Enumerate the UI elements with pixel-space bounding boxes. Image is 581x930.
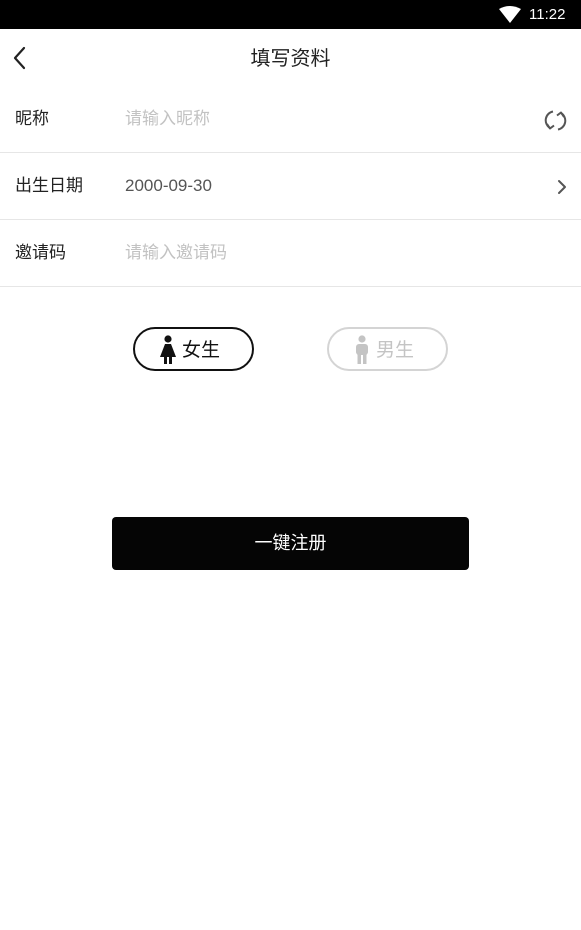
gender-female-button[interactable]: 女生 <box>133 327 254 371</box>
register-button[interactable]: 一键注册 <box>112 517 469 570</box>
navigation-bar: 填写资料 <box>0 29 581 87</box>
nickname-row: 昵称 <box>0 87 581 153</box>
wifi-icon <box>499 6 521 23</box>
gender-male-label: 男生 <box>376 339 415 361</box>
birthdate-label: 出生日期 <box>15 176 83 196</box>
invite-code-label: 邀请码 <box>15 243 66 263</box>
page-title: 填写资料 <box>250 46 331 70</box>
gender-female-label: 女生 <box>182 339 221 361</box>
male-figure-icon <box>356 335 368 364</box>
female-figure-icon <box>160 335 176 364</box>
invite-code-row: 邀请码 <box>0 221 581 287</box>
invite-code-input[interactable] <box>125 240 505 266</box>
status-bar: 11:22 <box>0 0 581 29</box>
gender-male-button[interactable]: 男生 <box>327 327 448 371</box>
birthdate-value[interactable]: 2000-09-30 <box>125 175 212 197</box>
chevron-right-icon[interactable] <box>555 178 569 196</box>
refresh-icon[interactable] <box>543 108 568 133</box>
nickname-label: 昵称 <box>15 109 49 129</box>
status-time: 11:22 <box>529 6 566 23</box>
birthdate-row[interactable]: 出生日期 2000-09-30 <box>0 154 581 220</box>
nickname-input[interactable] <box>125 106 505 132</box>
